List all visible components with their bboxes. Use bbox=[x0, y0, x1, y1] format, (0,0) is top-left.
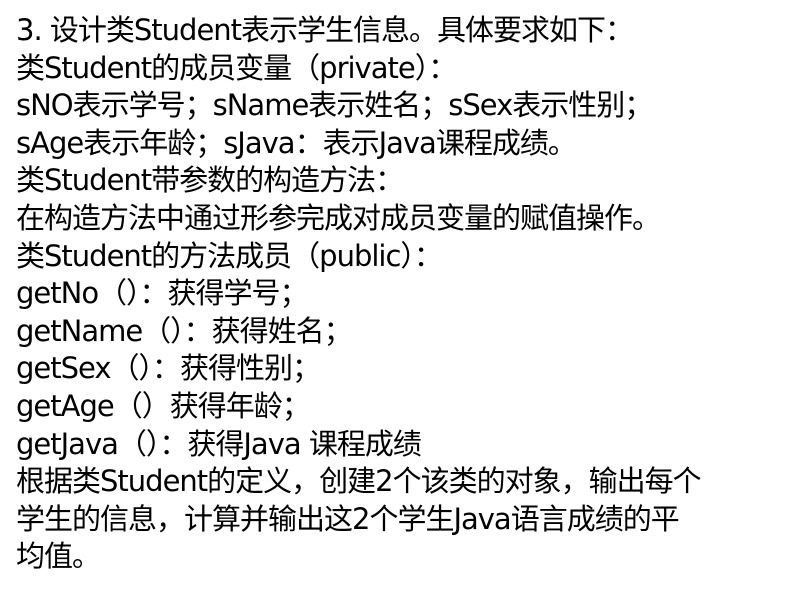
methods-heading: 类Student的方法成员（public）： bbox=[16, 238, 443, 273]
task-instruction-line-3: 均值。 bbox=[16, 539, 101, 574]
constructor-heading: 类Student带参数的构造方法： bbox=[16, 163, 404, 198]
method-getno: getNo（）：获得学号； bbox=[16, 276, 309, 311]
method-getage: getAge（）获得年龄； bbox=[16, 388, 311, 423]
method-getsex: getSex（）：获得性别； bbox=[16, 351, 321, 386]
task-instruction-line-1: 根据类Student的定义，创建2个该类的对象，输出每个 bbox=[16, 464, 702, 499]
member-variables-line-1: sNO表示学号；sName表示姓名；sSex表示性别； bbox=[16, 88, 653, 123]
task-heading: 3. 设计类Student表示学生信息。具体要求如下： bbox=[16, 13, 634, 47]
task-instruction-line-2: 学生的信息，计算并输出这2个学生Java语言成绩的平 bbox=[16, 501, 680, 536]
document-body: 3. 设计类Student表示学生信息。具体要求如下： 类Student的成员变… bbox=[16, 12, 788, 576]
member-variables-line-2: sAge表示年龄；sJava：表示Java课程成绩。 bbox=[16, 125, 577, 160]
method-getjava: getJava（）：获得Java 课程成绩 bbox=[16, 426, 422, 461]
method-getname: getName（）：获得姓名； bbox=[16, 313, 353, 348]
constructor-description: 在构造方法中通过形参完成对成员变量的赋值操作。 bbox=[16, 200, 661, 235]
member-variables-heading: 类Student的成员变量（private）： bbox=[16, 50, 457, 85]
